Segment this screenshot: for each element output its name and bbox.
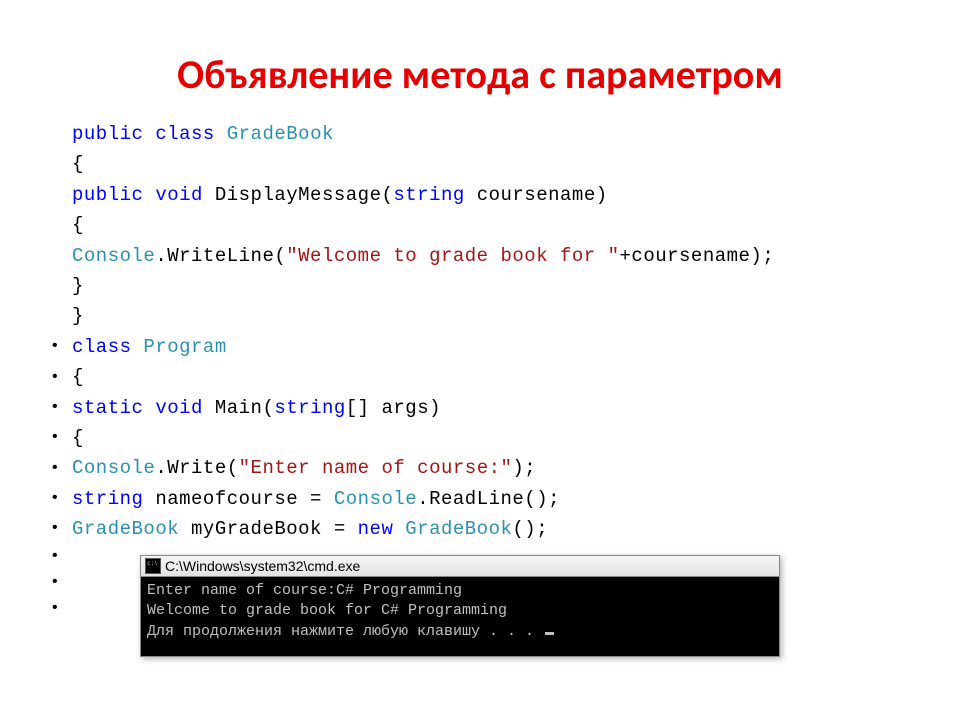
cmd-icon <box>145 558 161 574</box>
list-item: • Console.Write("Enter name of course:")… <box>50 453 920 483</box>
cursor-icon <box>545 632 554 635</box>
list-item: • { <box>50 423 920 453</box>
list-item: • { <box>50 362 920 392</box>
list-item: • static void Main(string[] args) <box>50 393 920 423</box>
list-item: •class Program <box>50 332 920 362</box>
console-body: Enter name of course:C# Programming Welc… <box>140 576 780 657</box>
list-item: • string nameofcourse = Console.ReadLine… <box>50 484 920 514</box>
console-title: C:\Windows\system32\cmd.exe <box>165 558 360 574</box>
code-block: public class GradeBook { public void Dis… <box>50 119 920 621</box>
console-titlebar: C:\Windows\system32\cmd.exe <box>140 555 780 576</box>
slide-title: Объявление метода с параметром <box>40 50 920 99</box>
console-window: C:\Windows\system32\cmd.exe Enter name o… <box>140 555 780 657</box>
list-item: • GradeBook myGradeBook = new GradeBook(… <box>50 514 920 544</box>
